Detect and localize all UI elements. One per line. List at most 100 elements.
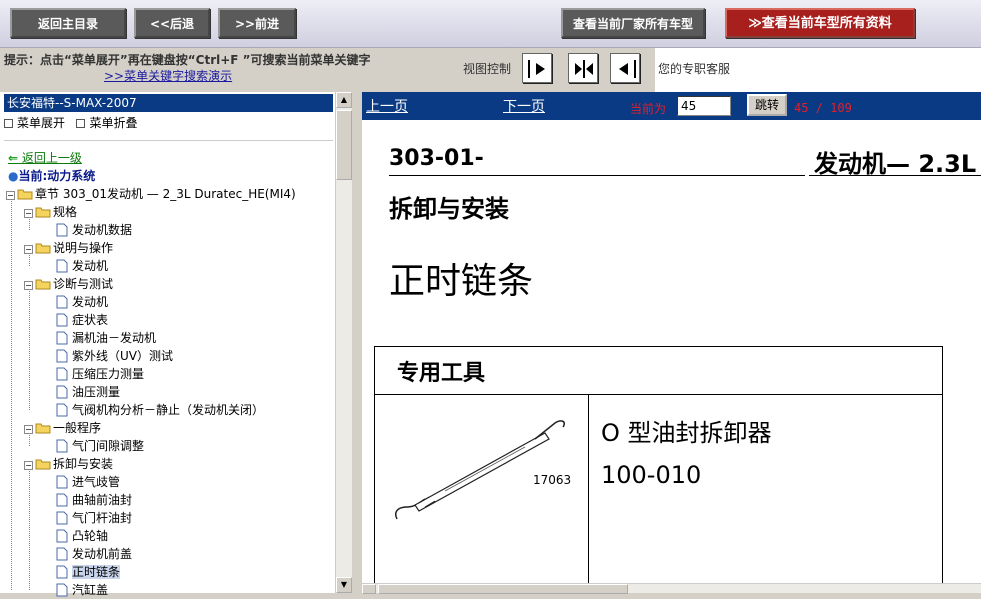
view-expand-left-button[interactable] (610, 53, 640, 83)
search-demo-link[interactable]: >>菜单关键字搜索演示 (104, 67, 232, 84)
tree-group[interactable]: − 说明与操作 (24, 239, 113, 257)
tree-item[interactable]: 汽缸盖 (56, 581, 108, 599)
jump-button[interactable]: 跳转 (747, 94, 787, 116)
tools-header-label: 专用工具 (397, 361, 486, 386)
collapse-toggle-icon[interactable]: − (6, 191, 15, 200)
tree-item-label: 气门间隙调整 (72, 439, 145, 453)
tree-item[interactable]: 曲轴前油封 (56, 491, 132, 509)
doc-engine-rule (809, 175, 981, 176)
tree-group[interactable]: − 规格 (24, 203, 77, 221)
tree-item[interactable]: 进气歧管 (56, 473, 120, 491)
scroll-down-icon[interactable]: ▼ (336, 577, 352, 593)
document-view: 303-01- 发动机— 2.3L 拆卸与安装 正时链条 专用工具 17063 … (362, 120, 981, 583)
seal-remover-tool-illustration (395, 420, 566, 520)
page-count: 45 / 109 (794, 101, 852, 115)
forward-button[interactable]: >>前进 (218, 8, 296, 38)
tree-group[interactable]: − 诊断与测试 (24, 275, 113, 293)
green-arrow-icon: ⇐ (8, 151, 19, 165)
tree-guide-line (29, 217, 30, 230)
tree-chapter[interactable]: − 章节 303_01发动机 — 2_3L Duratec_HE(MI4) (6, 185, 296, 203)
scroll-thumb[interactable] (336, 110, 352, 180)
tree-group[interactable]: − 一般程序 (24, 419, 101, 437)
current-category: ●当前:动力系统 (8, 167, 95, 184)
sidebar-scrollbar[interactable]: ▲ ▼ (335, 92, 352, 593)
tree-guide-line (29, 253, 30, 266)
menu-options: 菜单展开 菜单折叠 (4, 114, 137, 131)
open-folder-icon (35, 207, 51, 218)
tree-item[interactable]: 正时链条 (56, 563, 121, 581)
page-icon (56, 493, 68, 507)
tree-item-label: 正时链条 (72, 565, 121, 579)
tree-item-label: 凸轮轴 (72, 529, 109, 543)
tree-item[interactable]: 压缩压力测量 (56, 365, 144, 383)
tree-item[interactable]: 发动机数据 (56, 221, 132, 239)
tree-group[interactable]: − 拆卸与安装 (24, 455, 113, 473)
tree-item[interactable]: 紫外线（UV）测试 (56, 347, 173, 365)
open-folder-icon (17, 189, 33, 200)
tree-group-label: 说明与操作 (53, 241, 114, 255)
doc-rule (389, 175, 805, 176)
tree-item[interactable]: 症状表 (56, 311, 108, 329)
model-docs-label: 查看当前车型所有资料 (761, 16, 892, 31)
back-button[interactable]: <<后退 (134, 8, 210, 38)
tree-item-label: 漏机油－发动机 (72, 331, 157, 345)
tree-item[interactable]: 气阀机构分析－静止（发动机关闭） (56, 401, 264, 419)
menu-expand-button[interactable]: 菜单展开 (17, 116, 65, 130)
tree-group-label: 诊断与测试 (53, 277, 114, 291)
page-icon (56, 349, 68, 363)
tree-item-label: 症状表 (72, 313, 109, 327)
document-hscrollbar[interactable] (362, 583, 981, 594)
page-number-input[interactable]: 45 (677, 96, 731, 116)
current-page-label: 当前为 (630, 102, 667, 116)
view-expand-right-button[interactable] (522, 53, 552, 83)
page-icon (56, 511, 68, 525)
panel-divider[interactable] (352, 92, 362, 593)
view-split-button[interactable] (568, 53, 598, 83)
scroll-up-icon[interactable]: ▲ (336, 92, 352, 108)
page-icon (56, 475, 68, 489)
page-icon (56, 385, 68, 399)
tree-group-label: 一般程序 (53, 421, 102, 435)
tree-item[interactable]: 油压测量 (56, 383, 120, 401)
home-button[interactable]: 返回主目录 (10, 8, 126, 38)
prev-page-link[interactable]: 上一页 (366, 96, 408, 116)
page-icon (56, 403, 68, 417)
search-hint: 提示：点击“菜单展开”再在键盘按“Ctrl+F ”可搜索当前菜单关键字 (4, 53, 371, 67)
special-tools-table: 专用工具 17063 O 型油封拆卸器 100-010 (374, 346, 943, 583)
tree-item[interactable]: 发动机 (56, 293, 108, 311)
tools-header: 专用工具 (375, 347, 942, 395)
tree-guide-line (29, 469, 30, 590)
tree-item[interactable]: 气门间隙调整 (56, 437, 144, 455)
image-caption: 17063 (533, 473, 572, 487)
page-navbar: 上一页 下一页 当前为 45 跳转 45 / 109 (362, 92, 981, 120)
manufacturer-models-button[interactable]: 查看当前厂家所有车型 (561, 8, 705, 38)
arrow-left-icon (619, 60, 636, 78)
tree-item-label: 进气歧管 (72, 475, 121, 489)
tree-item-label: 紫外线（UV）测试 (72, 349, 173, 363)
tree-item[interactable]: 漏机油－发动机 (56, 329, 156, 347)
menu-collapse-button[interactable]: 菜单折叠 (89, 116, 137, 130)
page-icon (56, 547, 68, 561)
tree-item[interactable]: 发动机前盖 (56, 545, 132, 563)
tree-item-label: 发动机前盖 (72, 547, 133, 561)
tree-item[interactable]: 凸轮轴 (56, 527, 108, 545)
tree-item-label: 压缩压力测量 (72, 367, 145, 381)
page-icon (56, 295, 68, 309)
tools-column-divider (588, 395, 589, 583)
sidebar: 长安福特--S-MAX-2007 菜单展开 菜单折叠 ⇐ 返回上一级 ●当前:动… (0, 92, 352, 597)
doc-code: 303-01- (389, 146, 484, 171)
model-docs-button[interactable]: ≫查看当前车型所有资料 (725, 8, 915, 38)
open-folder-icon (35, 243, 51, 254)
customer-service-box: 您的专职客服 (655, 48, 981, 92)
tool-name: O 型油封拆卸器 (601, 419, 772, 447)
tool-number: 100-010 (601, 461, 702, 489)
tree-item[interactable]: 气门杆油封 (56, 509, 132, 527)
next-page-link[interactable]: 下一页 (503, 96, 545, 116)
page-icon (56, 313, 68, 327)
back-up-label: 返回上一级 (21, 151, 82, 165)
doc-topic: 正时链条 (389, 261, 534, 302)
current-category-label: 当前:动力系统 (18, 169, 96, 183)
page-icon (56, 583, 68, 597)
back-up-link[interactable]: ⇐ 返回上一级 (8, 149, 82, 166)
tree-item[interactable]: 发动机 (56, 257, 108, 275)
